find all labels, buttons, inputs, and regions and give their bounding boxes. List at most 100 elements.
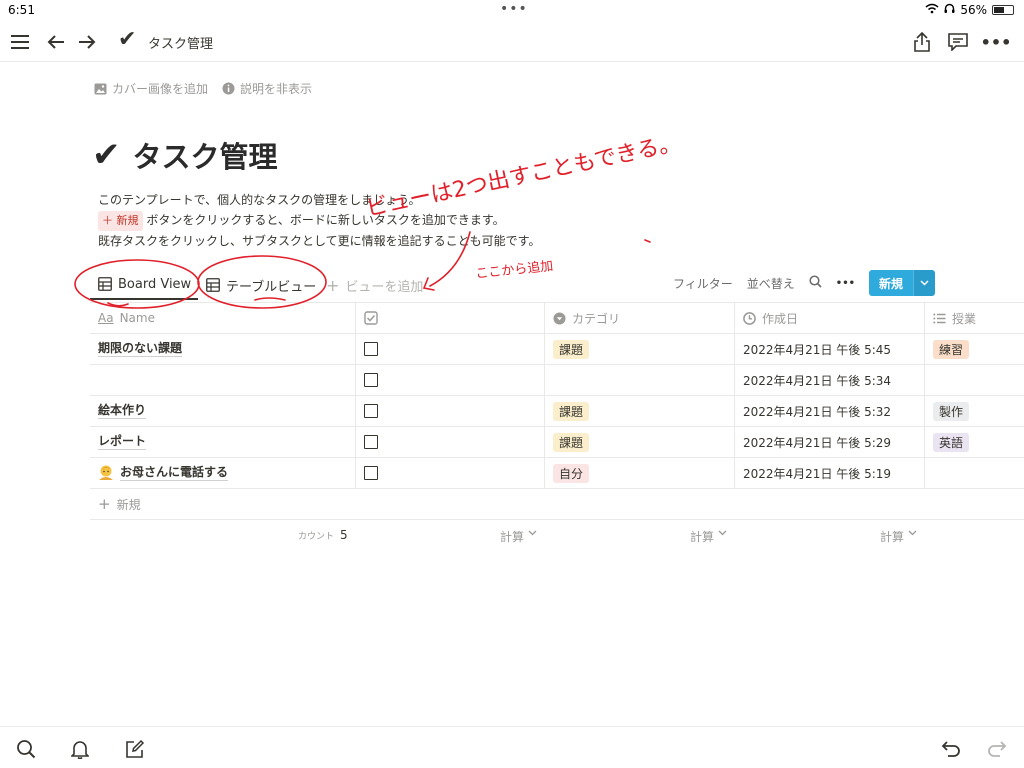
created-date: 2022年4月21日 午後 5:32 xyxy=(743,404,892,419)
tab-table-view[interactable]: テーブルビュー xyxy=(206,270,316,300)
column-header-name[interactable]: Aa Name xyxy=(90,303,356,333)
hide-description-button[interactable]: 説明を非表示 xyxy=(222,80,312,97)
redo-icon[interactable] xyxy=(983,735,1011,763)
chevron-down-icon xyxy=(528,530,537,536)
cell-name[interactable]: レポート xyxy=(90,427,356,457)
row-title[interactable]: 絵本作り xyxy=(98,403,147,419)
chevron-down-icon[interactable] xyxy=(913,270,935,296)
column-header-checkbox[interactable] xyxy=(356,303,545,333)
info-icon xyxy=(222,82,235,95)
row-title[interactable]: 期限のない課題 xyxy=(98,341,183,357)
cell-category[interactable]: 自分 xyxy=(545,458,735,488)
cell-name[interactable]: 絵本作り xyxy=(90,396,356,426)
calculate-category[interactable]: 計算 xyxy=(690,528,727,545)
plus-icon: + xyxy=(98,495,111,513)
cell-class[interactable]: 英語 xyxy=(925,427,1024,457)
column-header-category-label: カテゴリ xyxy=(572,311,621,326)
table-row[interactable]: お母さんに電話する 自分 2022年4月21日 午後 5:19 xyxy=(90,458,1024,489)
text-property-icon: Aa xyxy=(98,311,114,325)
database-table: Aa Name カテゴリ 作成日 授業 期限のない課題 課題 2022年4月21… xyxy=(90,302,1024,520)
cell-created: 2022年4月21日 午後 5:19 xyxy=(735,458,925,488)
column-header-created[interactable]: 作成日 xyxy=(735,303,925,333)
sort-button[interactable]: 並べ替え xyxy=(747,275,795,292)
compose-icon[interactable] xyxy=(121,735,149,763)
add-cover-label: カバー画像を追加 xyxy=(112,82,209,96)
description-line-2: ＋ 新規 ボタンをクリックすると、ボードに新しいタスクを追加できます。 xyxy=(98,210,540,231)
new-button-label[interactable]: 新規 xyxy=(868,270,913,296)
add-cover-button[interactable]: カバー画像を追加 xyxy=(94,80,208,97)
task-checkbox[interactable] xyxy=(364,373,378,387)
view-tools: フィルター 並べ替え ••• 新規 xyxy=(673,270,935,296)
cell-name[interactable]: お母さんに電話する xyxy=(90,458,356,488)
plus-icon: + xyxy=(326,275,340,295)
chevron-down-icon xyxy=(718,530,727,536)
battery-fill xyxy=(994,7,1005,13)
add-row-button[interactable]: + 新規 xyxy=(90,489,1024,520)
table-row[interactable]: 期限のない課題 課題 2022年4月21日 午後 5:45 練習 xyxy=(90,334,1024,365)
bell-icon[interactable] xyxy=(66,735,94,763)
cell-checkbox xyxy=(356,334,545,364)
top-toolbar: ✔ タスク管理 ••• xyxy=(0,22,1024,62)
search-icon[interactable] xyxy=(809,275,822,291)
category-tag: 課題 xyxy=(553,432,590,452)
table-row[interactable]: 2022年4月21日 午後 5:34 xyxy=(90,365,1024,396)
headphones-icon xyxy=(944,3,955,17)
table-footer: カウント 5 計算 計算 計算 xyxy=(90,522,1024,548)
wifi-icon xyxy=(925,3,939,17)
category-tag: 自分 xyxy=(553,463,590,483)
cell-category[interactable]: 課題 xyxy=(545,334,735,364)
cell-class[interactable] xyxy=(925,458,1024,488)
filter-button[interactable]: フィルター xyxy=(673,275,733,292)
calculate-created[interactable]: 計算 xyxy=(880,528,917,545)
page-title-text[interactable]: タスク管理 xyxy=(133,134,278,176)
cell-created: 2022年4月21日 午後 5:32 xyxy=(735,396,925,426)
view-more-icon[interactable]: ••• xyxy=(836,278,855,289)
multitask-dots-icon[interactable]: ••• xyxy=(500,1,528,17)
tab-table-view-label: テーブルビュー xyxy=(226,279,317,295)
description-line-1: このテンプレートで、個人的なタスクの管理をしましょう。 xyxy=(98,193,421,207)
cell-class[interactable]: 製作 xyxy=(925,396,1024,426)
created-date: 2022年4月21日 午後 5:19 xyxy=(743,466,892,481)
cell-checkbox xyxy=(356,458,545,488)
column-header-category[interactable]: カテゴリ xyxy=(545,303,735,333)
add-view-button[interactable]: + ビューを追加 xyxy=(326,270,423,300)
cell-category[interactable] xyxy=(545,365,735,395)
cell-class[interactable]: 練習 xyxy=(925,334,1024,364)
battery-icon xyxy=(992,5,1014,15)
hide-description-label: 説明を非表示 xyxy=(240,82,313,96)
share-icon[interactable] xyxy=(908,28,936,56)
count-summary[interactable]: カウント 5 xyxy=(298,528,348,542)
status-time: 6:51 xyxy=(8,3,35,17)
forward-arrow-icon[interactable] xyxy=(73,28,101,56)
cell-category[interactable]: 課題 xyxy=(545,427,735,457)
calculate-checkbox[interactable]: 計算 xyxy=(500,528,537,545)
cell-name[interactable] xyxy=(90,365,356,395)
comment-icon[interactable] xyxy=(944,28,972,56)
table-row[interactable]: レポート 課題 2022年4月21日 午後 5:29 英語 xyxy=(90,427,1024,458)
cell-class[interactable] xyxy=(925,365,1024,395)
row-title[interactable]: お母さんに電話する xyxy=(120,465,229,481)
breadcrumb-title[interactable]: タスク管理 xyxy=(148,33,213,52)
count-value: 5 xyxy=(340,528,348,542)
table-row[interactable]: 絵本作り 課題 2022年4月21日 午後 5:32 製作 xyxy=(90,396,1024,427)
undo-icon[interactable] xyxy=(937,735,965,763)
cell-name[interactable]: 期限のない課題 xyxy=(90,334,356,364)
description-line-3: 既存タスクをクリックし、サブタスクとして更に情報を追記することも可能です。 xyxy=(98,234,541,248)
created-date: 2022年4月21日 午後 5:29 xyxy=(743,435,892,450)
search-icon[interactable] xyxy=(12,735,40,763)
column-header-class[interactable]: 授業 xyxy=(925,303,1024,333)
task-checkbox[interactable] xyxy=(364,466,378,480)
task-checkbox[interactable] xyxy=(364,435,378,449)
page-title-icon[interactable]: ✔ xyxy=(92,135,121,175)
task-checkbox[interactable] xyxy=(364,404,378,418)
tab-board-view[interactable]: Board View xyxy=(90,270,198,300)
cell-category[interactable]: 課題 xyxy=(545,396,735,426)
clock-icon xyxy=(743,311,756,325)
task-checkbox[interactable] xyxy=(364,342,378,356)
back-arrow-icon[interactable] xyxy=(42,28,70,56)
more-options-icon[interactable]: ••• xyxy=(981,28,1012,56)
class-tag: 英語 xyxy=(933,432,970,452)
menu-icon[interactable] xyxy=(6,28,34,56)
row-title[interactable]: レポート xyxy=(98,434,147,450)
new-button[interactable]: 新規 xyxy=(868,270,935,296)
